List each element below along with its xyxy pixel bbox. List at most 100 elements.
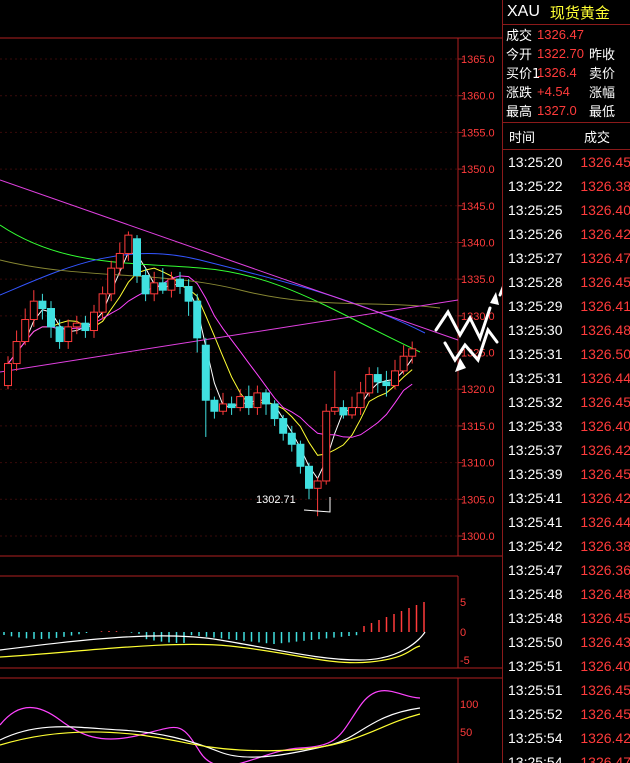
tick-row[interactable]: 13:25:32 1326.45 bbox=[503, 390, 630, 414]
tick-row[interactable]: 13:25:50 1326.43 bbox=[503, 630, 630, 654]
upper-trendline[interactable] bbox=[0, 179, 459, 341]
tick-row[interactable]: 13:25:51 1326.45 bbox=[503, 678, 630, 702]
candlestick[interactable] bbox=[81, 315, 90, 338]
tick-row[interactable]: 13:25:54 1326.47 bbox=[503, 750, 630, 763]
candlestick[interactable] bbox=[339, 400, 348, 419]
tick-row[interactable]: 13:25:39 1326.45 bbox=[503, 462, 630, 486]
candlestick[interactable] bbox=[150, 271, 159, 302]
candle-body bbox=[98, 293, 107, 313]
candlestick[interactable] bbox=[348, 396, 356, 419]
candlestick[interactable] bbox=[47, 301, 55, 338]
tick-row[interactable]: 13:25:31 1326.50 bbox=[503, 342, 630, 366]
tick-row[interactable]: 13:25:51 1326.40 bbox=[503, 654, 630, 678]
tick-row[interactable]: 13:25:20 1326.45 bbox=[503, 150, 630, 174]
candlestick[interactable] bbox=[382, 370, 391, 397]
candle-body bbox=[287, 432, 296, 445]
candle-body bbox=[201, 344, 210, 401]
price-tick-label: 1320.0 bbox=[461, 384, 495, 396]
candle-body bbox=[21, 319, 30, 343]
tick-row[interactable]: 13:25:42 1326.38 bbox=[503, 534, 630, 558]
candlestick[interactable] bbox=[158, 268, 167, 294]
candlestick[interactable] bbox=[90, 304, 98, 338]
candlestick[interactable] bbox=[176, 271, 184, 294]
candle-body bbox=[236, 396, 245, 409]
kline-chart[interactable]: 1365.0 1360.0 1355.0 1350.0 1345.0 1340.0 1335… bbox=[0, 0, 502, 763]
candlestick[interactable] bbox=[219, 392, 227, 415]
candlestick[interactable] bbox=[124, 231, 133, 261]
tick-row[interactable]: 13:25:26 1326.42 bbox=[503, 222, 630, 246]
tick-price: 1326.45 bbox=[580, 274, 630, 290]
candlestick[interactable] bbox=[330, 370, 339, 415]
tick-list[interactable]: 13:25:20 1326.45 13:25:22 1326.38 13:25:25 13… bbox=[503, 150, 630, 763]
macd-axis: 5 0 -5 bbox=[460, 597, 470, 667]
candlestick[interactable] bbox=[64, 319, 73, 349]
tick-row[interactable]: 13:25:47 1326.36 bbox=[503, 558, 630, 582]
tick-row[interactable]: 13:25:22 1326.38 bbox=[503, 174, 630, 198]
candle-body bbox=[322, 410, 331, 482]
candlestick[interactable] bbox=[107, 260, 116, 302]
candlestick[interactable] bbox=[322, 403, 331, 485]
candle-body bbox=[262, 392, 270, 405]
candlestick[interactable] bbox=[313, 477, 322, 517]
candle-body bbox=[219, 403, 227, 412]
tick-row[interactable]: 13:25:31 1326.44 bbox=[503, 366, 630, 390]
candle-body bbox=[244, 396, 253, 409]
tick-price: 1326.40 bbox=[580, 418, 630, 434]
candlestick[interactable] bbox=[287, 425, 296, 452]
candlestick[interactable] bbox=[21, 308, 30, 346]
candlestick[interactable] bbox=[210, 396, 219, 419]
candlestick[interactable] bbox=[244, 385, 253, 415]
candle-body bbox=[348, 407, 356, 416]
tick-row[interactable]: 13:25:30 1326.48 bbox=[503, 318, 630, 342]
candlestick[interactable] bbox=[253, 385, 262, 415]
candlestick[interactable] bbox=[167, 271, 176, 298]
stat-row: 最高 1327.0 最低 bbox=[503, 101, 630, 120]
candlestick[interactable] bbox=[391, 359, 399, 390]
tick-time: 13:25:32 bbox=[508, 394, 563, 410]
tick-row[interactable]: 13:25:28 1326.45 bbox=[503, 270, 630, 294]
stat-value: 1327.0 bbox=[537, 103, 577, 118]
arrow-head-up bbox=[490, 292, 499, 305]
candle-body bbox=[339, 407, 348, 416]
tick-row[interactable]: 13:25:48 1326.48 bbox=[503, 582, 630, 606]
price-tick-label: 1305.0 bbox=[461, 494, 495, 506]
candle-body bbox=[391, 370, 399, 387]
candlestick[interactable] bbox=[12, 330, 21, 371]
candlestick[interactable] bbox=[296, 440, 305, 474]
tick-row[interactable]: 13:25:27 1326.47 bbox=[503, 246, 630, 270]
tick-time: 13:25:48 bbox=[508, 586, 563, 602]
candlestick[interactable] bbox=[408, 341, 417, 364]
tick-row[interactable]: 13:25:37 1326.42 bbox=[503, 438, 630, 462]
candlestick[interactable] bbox=[38, 293, 47, 320]
candle-body bbox=[90, 311, 98, 332]
macd-tick-5: 5 bbox=[460, 597, 466, 609]
candlestick[interactable] bbox=[399, 345, 408, 375]
candlestick[interactable] bbox=[262, 389, 270, 415]
candle-body bbox=[193, 300, 202, 339]
candlestick[interactable] bbox=[133, 235, 141, 283]
candlestick[interactable] bbox=[227, 396, 236, 415]
tick-row[interactable]: 13:25:33 1326.40 bbox=[503, 414, 630, 438]
candlestick[interactable] bbox=[29, 290, 38, 327]
candlestick[interactable] bbox=[201, 337, 210, 437]
candle-body bbox=[115, 252, 124, 269]
tick-row[interactable]: 13:25:29 1326.41 bbox=[503, 294, 630, 318]
candlestick[interactable] bbox=[356, 381, 365, 415]
tick-row[interactable]: 13:25:48 1326.45 bbox=[503, 606, 630, 630]
candlestick[interactable] bbox=[236, 389, 245, 412]
candlestick[interactable] bbox=[184, 279, 193, 316]
tick-row[interactable]: 13:25:41 1326.42 bbox=[503, 486, 630, 510]
candlestick[interactable] bbox=[305, 462, 313, 500]
candlestick[interactable] bbox=[270, 400, 279, 426]
tick-row[interactable]: 13:25:52 1326.45 bbox=[503, 702, 630, 726]
tick-price: 1326.44 bbox=[580, 370, 630, 386]
tick-row[interactable]: 13:25:41 1326.44 bbox=[503, 510, 630, 534]
candlestick[interactable] bbox=[193, 293, 202, 353]
candlestick[interactable] bbox=[365, 367, 374, 397]
tick-row[interactable]: 13:25:54 1326.42 bbox=[503, 726, 630, 750]
tick-row[interactable]: 13:25:25 1326.40 bbox=[503, 198, 630, 222]
candlestick[interactable] bbox=[115, 242, 124, 276]
candlestick[interactable] bbox=[279, 414, 288, 441]
candlestick[interactable] bbox=[72, 315, 81, 335]
tick-time: 13:25:28 bbox=[508, 274, 563, 290]
